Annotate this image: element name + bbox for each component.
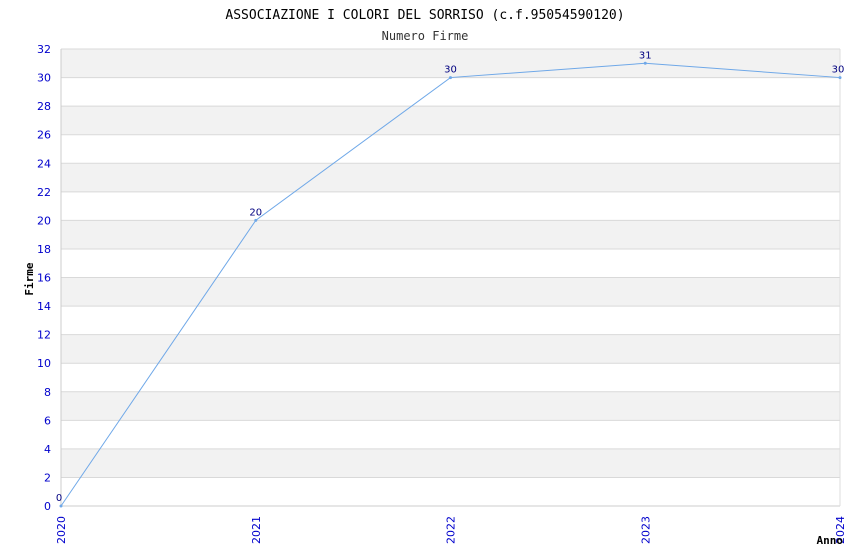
y-tick-label: 0 <box>44 500 51 513</box>
grid-band <box>61 277 840 307</box>
y-tick-label: 28 <box>37 100 51 113</box>
data-label: 20 <box>249 207 262 218</box>
x-tick-label: 2023 <box>639 516 652 544</box>
y-tick-label: 10 <box>37 357 51 370</box>
grid-band <box>61 334 840 364</box>
x-tick-label: 2020 <box>55 516 68 544</box>
y-tick-label: 32 <box>37 43 51 56</box>
y-tick-label: 26 <box>37 129 51 142</box>
grid-band <box>61 106 840 135</box>
data-label: 30 <box>444 65 457 76</box>
y-tick-label: 22 <box>37 186 51 199</box>
background-bands <box>61 49 840 478</box>
y-tick-label: 20 <box>37 214 51 227</box>
data-label: 0 <box>56 493 62 504</box>
line-chart: 02468101214161820222426283032 2020 2021 20… <box>23 8 847 547</box>
y-tick-label: 30 <box>37 72 51 85</box>
data-point <box>643 61 647 65</box>
chart-subtitle: Numero Firme <box>382 29 469 43</box>
y-axis-title: Firme <box>23 262 36 295</box>
x-axis-title: Anno <box>817 534 844 547</box>
grid-band <box>61 163 840 192</box>
y-tick-label: 12 <box>37 329 51 342</box>
y-tick-label: 8 <box>44 386 51 399</box>
x-tick-label: 2022 <box>445 516 458 544</box>
x-tick-labels: 2020 2021 2022 2023 2024 <box>55 516 847 544</box>
y-tick-label: 4 <box>44 443 51 456</box>
data-point <box>59 504 63 508</box>
y-tick-label: 16 <box>37 272 51 285</box>
data-label: 31 <box>639 50 652 61</box>
data-point <box>254 218 258 222</box>
grid-band <box>61 391 840 421</box>
data-point <box>449 76 452 80</box>
y-tick-labels: 02468101214161820222426283032 <box>37 43 51 513</box>
y-tick-label: 2 <box>44 471 51 484</box>
y-tick-label: 18 <box>37 243 51 256</box>
y-tick-label: 14 <box>37 300 51 313</box>
x-tick-label: 2021 <box>250 516 263 544</box>
grid-band <box>61 220 840 249</box>
data-point <box>838 76 842 80</box>
chart-title: ASSOCIAZIONE I COLORI DEL SORRISO (c.f.9… <box>225 8 624 23</box>
data-label: 30 <box>832 65 845 76</box>
y-tick-label: 6 <box>44 414 51 427</box>
y-tick-label: 24 <box>37 157 51 170</box>
grid-band <box>61 448 840 478</box>
